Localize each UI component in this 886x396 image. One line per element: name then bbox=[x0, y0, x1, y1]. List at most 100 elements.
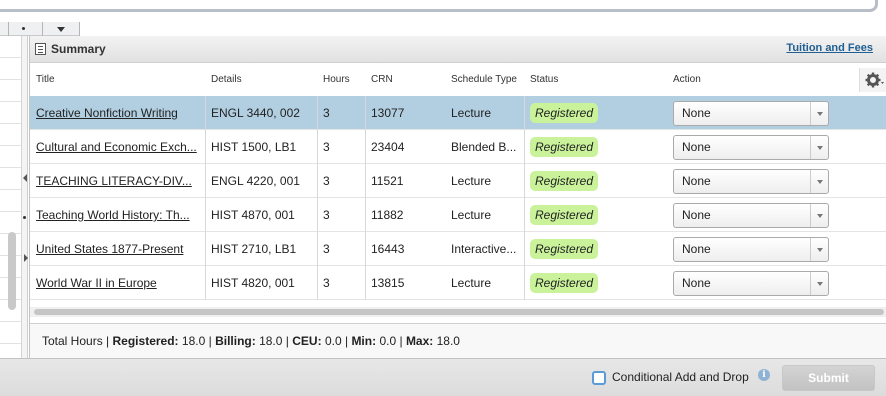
action-select[interactable]: None bbox=[673, 169, 829, 194]
separator: | bbox=[399, 334, 403, 348]
horizontal-scrollbar[interactable] bbox=[30, 307, 886, 317]
action-select[interactable]: None bbox=[673, 237, 829, 262]
tuition-and-fees-link[interactable]: Tuition and Fees bbox=[786, 42, 873, 54]
conditional-add-drop-label[interactable]: Conditional Add and Drop bbox=[612, 370, 749, 384]
left-panel bbox=[0, 22, 80, 358]
table-header: Title Details Hours CRN Schedule Type St… bbox=[30, 64, 886, 96]
summary-list-icon bbox=[35, 43, 46, 55]
status-badge: Registered bbox=[530, 238, 599, 259]
top-strip bbox=[0, 0, 886, 22]
billing-label: Billing: bbox=[215, 334, 256, 348]
schedule-type-cell: Lecture bbox=[451, 106, 492, 120]
totals-bar: Total Hours | Registered: 18.0 | Billing… bbox=[30, 323, 886, 358]
separator: | bbox=[344, 334, 349, 348]
expand-right-icon[interactable] bbox=[24, 254, 28, 262]
chevron-down-icon[interactable] bbox=[810, 238, 828, 261]
scrollbar-thumb[interactable] bbox=[34, 309, 884, 315]
table-row[interactable]: TEACHING LITERACY-DIV... ENGL 4220, 001 … bbox=[30, 164, 886, 198]
splitter-dot-icon bbox=[23, 216, 26, 219]
hours-cell: 3 bbox=[323, 276, 330, 290]
action-value: None bbox=[682, 276, 711, 290]
schedule-type-cell: Lecture bbox=[451, 276, 492, 290]
registered-label: Registered: bbox=[112, 334, 179, 348]
action-value: None bbox=[682, 242, 711, 256]
crn-cell: 23404 bbox=[371, 140, 405, 154]
column-crn[interactable]: CRN bbox=[371, 74, 393, 85]
hours-cell: 3 bbox=[323, 174, 330, 188]
column-hours[interactable]: Hours bbox=[323, 74, 350, 85]
registered-value: 18.0 bbox=[181, 334, 206, 348]
hours-cell: 3 bbox=[323, 242, 330, 256]
chevron-down-icon[interactable] bbox=[810, 272, 828, 295]
dropdown-arrow-icon[interactable] bbox=[57, 27, 65, 32]
schedule-type-cell: Interactive... bbox=[451, 242, 517, 256]
action-select[interactable]: None bbox=[673, 101, 829, 126]
details-cell: HIST 2710, LB1 bbox=[211, 242, 297, 256]
course-title-link[interactable]: World War II in Europe bbox=[36, 276, 157, 290]
chevron-down-icon[interactable] bbox=[810, 204, 828, 227]
chevron-down-icon[interactable] bbox=[810, 136, 828, 159]
ceu-label: CEU: bbox=[292, 334, 322, 348]
column-schedule-type[interactable]: Schedule Type bbox=[451, 74, 517, 85]
crn-cell: 16443 bbox=[371, 242, 405, 256]
info-icon[interactable]: i bbox=[758, 369, 770, 381]
left-panel-header bbox=[0, 22, 80, 36]
column-status[interactable]: Status bbox=[530, 74, 558, 85]
footer-bar: Conditional Add and Drop i Submit bbox=[0, 358, 886, 396]
table-row[interactable]: United States 1877-Present HIST 2710, LB… bbox=[30, 232, 886, 266]
status-badge: Registered bbox=[530, 272, 599, 293]
hours-cell: 3 bbox=[323, 140, 330, 154]
summary-title: Summary bbox=[51, 42, 106, 56]
action-select[interactable]: None bbox=[673, 271, 829, 296]
course-title-link[interactable]: Creative Nonfiction Writing bbox=[36, 106, 178, 120]
schedule-type-cell: Blended B... bbox=[451, 140, 517, 154]
status-badge: Registered bbox=[530, 204, 599, 225]
crn-cell: 13077 bbox=[371, 106, 405, 120]
hours-cell: 3 bbox=[323, 208, 330, 222]
course-title-link[interactable]: Teaching World History: Th... bbox=[36, 208, 190, 222]
crn-cell: 11521 bbox=[371, 174, 404, 188]
column-details[interactable]: Details bbox=[211, 74, 242, 85]
collapse-left-icon[interactable] bbox=[23, 174, 27, 182]
action-value: None bbox=[682, 174, 711, 188]
totals-text: Total Hours | Registered: 18.0 | Billing… bbox=[42, 334, 460, 348]
course-title-link[interactable]: United States 1877-Present bbox=[36, 242, 183, 256]
max-value: 18.0 bbox=[436, 334, 460, 348]
min-label: Min: bbox=[351, 334, 377, 348]
table-row[interactable]: Teaching World History: Th... HIST 4870,… bbox=[30, 198, 886, 232]
action-select[interactable]: None bbox=[673, 203, 829, 228]
separator: | bbox=[208, 334, 212, 348]
chevron-down-icon[interactable] bbox=[810, 102, 828, 125]
details-cell: HIST 4870, 001 bbox=[211, 208, 295, 222]
summary-header: Summary Tuition and Fees bbox=[30, 36, 886, 63]
hours-cell: 3 bbox=[323, 106, 330, 120]
table-row[interactable]: Cultural and Economic Exch... HIST 1500,… bbox=[30, 130, 886, 164]
status-badge: Registered bbox=[530, 170, 599, 191]
gear-icon[interactable] bbox=[859, 68, 886, 92]
details-cell: ENGL 4220, 001 bbox=[211, 174, 300, 188]
min-value: 0.0 bbox=[379, 334, 397, 348]
action-select[interactable]: None bbox=[673, 135, 829, 160]
table-row[interactable]: World War II in Europe HIST 4820, 001 3 … bbox=[30, 266, 886, 300]
crn-cell: 11882 bbox=[371, 208, 404, 222]
course-title-link[interactable]: Cultural and Economic Exch... bbox=[36, 140, 197, 154]
conditional-add-drop-checkbox[interactable] bbox=[592, 371, 606, 385]
table-row[interactable]: Creative Nonfiction Writing ENGL 3440, 0… bbox=[30, 96, 886, 130]
column-title[interactable]: Title bbox=[36, 74, 55, 85]
summary-panel: Summary Tuition and Fees Title Details H… bbox=[29, 36, 886, 358]
ceu-value: 0.0 bbox=[324, 334, 342, 348]
dot-icon bbox=[22, 27, 25, 30]
billing-value: 18.0 bbox=[259, 334, 283, 348]
schedule-type-cell: Lecture bbox=[451, 208, 492, 222]
course-title-link[interactable]: TEACHING LITERACY-DIV... bbox=[36, 174, 192, 188]
action-value: None bbox=[682, 140, 711, 154]
schedule-type-cell: Lecture bbox=[451, 174, 492, 188]
column-action[interactable]: Action bbox=[673, 74, 701, 85]
status-badge: Registered bbox=[530, 102, 599, 123]
crn-cell: 13815 bbox=[371, 276, 405, 290]
submit-button[interactable]: Submit bbox=[782, 365, 875, 391]
action-value: None bbox=[682, 208, 711, 222]
chevron-down-icon[interactable] bbox=[810, 170, 828, 193]
details-cell: HIST 1500, LB1 bbox=[211, 140, 297, 154]
left-scrollbar[interactable] bbox=[8, 232, 16, 310]
